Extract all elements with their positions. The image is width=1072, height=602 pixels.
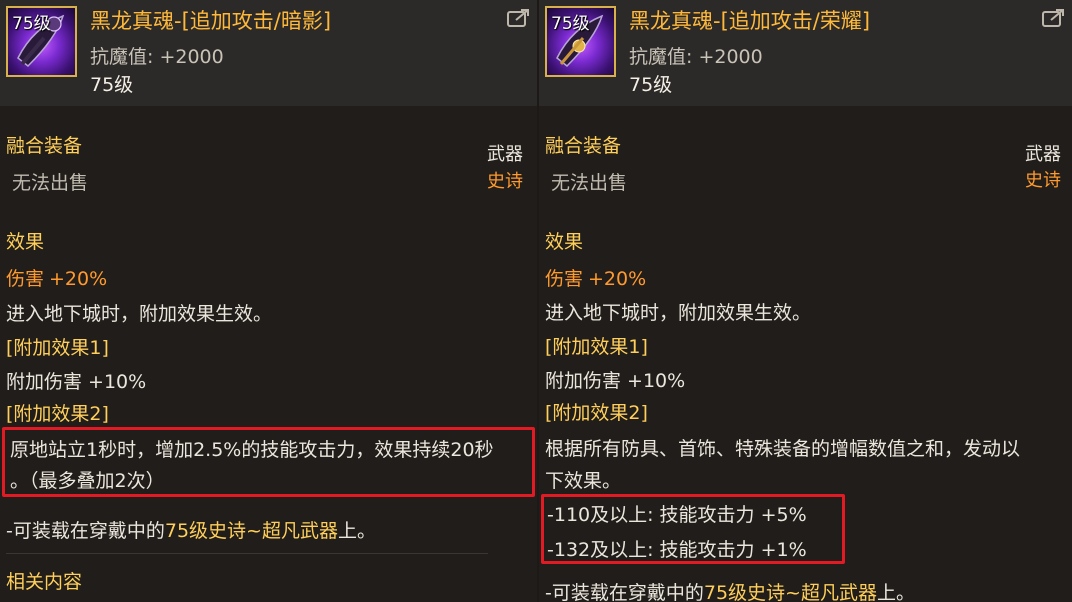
damage-label: 伤害 — [6, 268, 45, 290]
equip-line: -可装载在穿戴中的75级史诗~超凡武器上。 — [6, 516, 376, 543]
resist-value: 抗魔值: +2000 — [629, 46, 763, 68]
equip-prefix: -可装载在穿戴中的 — [6, 520, 165, 542]
slot-label: 武器 — [487, 144, 523, 165]
item-name: 黑龙真魂-[追加攻击/荣耀] — [629, 9, 871, 33]
damage-line: 伤害 +20% — [6, 264, 107, 291]
tooltip-header: 75级 黑龙真魂-[追加攻击/荣耀] 抗魔值: +2000 75级 — [539, 0, 1072, 106]
divider — [6, 553, 488, 554]
icon-level-label: 75级 — [12, 14, 51, 34]
extra2-title: [附加效果2] — [545, 402, 648, 424]
equip-highlight: 75级史诗~超凡武器 — [703, 582, 877, 602]
fusion-title: 融合装备 — [6, 135, 83, 157]
highlight-box — [2, 427, 535, 497]
tooltip-header: 75级 黑龙真魂-[追加攻击/暗影] 抗魔值: +2000 75级 — [0, 0, 537, 106]
extra2-line2: 下效果。 — [545, 470, 622, 492]
equip-suffix: 上。 — [876, 582, 915, 602]
no-sale-label: 无法出售 — [12, 172, 89, 194]
extra2-line1: 根据所有防具、首饰、特殊装备的增幅数值之和，发动以 — [545, 438, 1021, 460]
damage-value: +20% — [49, 268, 108, 290]
effect-title: 效果 — [545, 231, 584, 253]
icon-level-label: 75级 — [551, 14, 590, 34]
extra1-text: 附加伤害 +10% — [545, 370, 686, 392]
tooltip-right: 75级 黑龙真魂-[追加攻击/荣耀] 抗魔值: +2000 75级 融合装备 无… — [539, 0, 1072, 602]
equip-prefix: -可装载在穿戴中的 — [545, 582, 704, 602]
share-icon[interactable] — [1042, 8, 1066, 28]
extra1-title: [附加效果1] — [6, 337, 109, 359]
dungeon-text: 进入地下城时，附加效果生效。 — [545, 302, 812, 324]
damage-line: 伤害 +20% — [545, 264, 646, 291]
effect-title: 效果 — [6, 231, 45, 253]
highlight-box — [541, 494, 845, 564]
tooltip-left: 75级 黑龙真魂-[追加攻击/暗影] 抗魔值: +2000 75级 融合装备 无… — [0, 0, 537, 602]
damage-value: +20% — [588, 268, 647, 290]
no-sale-label: 无法出售 — [551, 172, 628, 194]
rarity-label: 史诗 — [487, 171, 523, 192]
slot-label: 武器 — [1025, 144, 1061, 165]
fusion-title: 融合装备 — [545, 135, 622, 157]
item-level: 75级 — [90, 74, 134, 96]
related-title[interactable]: 相关内容 — [6, 567, 82, 594]
equip-highlight: 75级史诗~超凡武器 — [164, 520, 338, 542]
dungeon-text: 进入地下城时，附加效果生效。 — [6, 303, 273, 325]
equip-suffix: 上。 — [337, 520, 376, 542]
resist-value: 抗魔值: +2000 — [90, 46, 224, 68]
rarity-label: 史诗 — [1025, 170, 1061, 191]
extra1-text: 附加伤害 +10% — [6, 371, 147, 393]
share-icon[interactable] — [507, 8, 531, 28]
damage-label: 伤害 — [545, 268, 584, 290]
item-name: 黑龙真魂-[追加攻击/暗影] — [90, 9, 332, 33]
equip-line: -可装载在穿戴中的75级史诗~超凡武器上。 — [545, 578, 915, 602]
extra1-title: [附加效果1] — [545, 336, 648, 358]
weapon-icon-glory: 75级 — [545, 6, 616, 77]
item-level: 75级 — [629, 74, 673, 96]
extra2-title: [附加效果2] — [6, 403, 109, 425]
weapon-icon-shadow: 75级 — [6, 6, 77, 77]
